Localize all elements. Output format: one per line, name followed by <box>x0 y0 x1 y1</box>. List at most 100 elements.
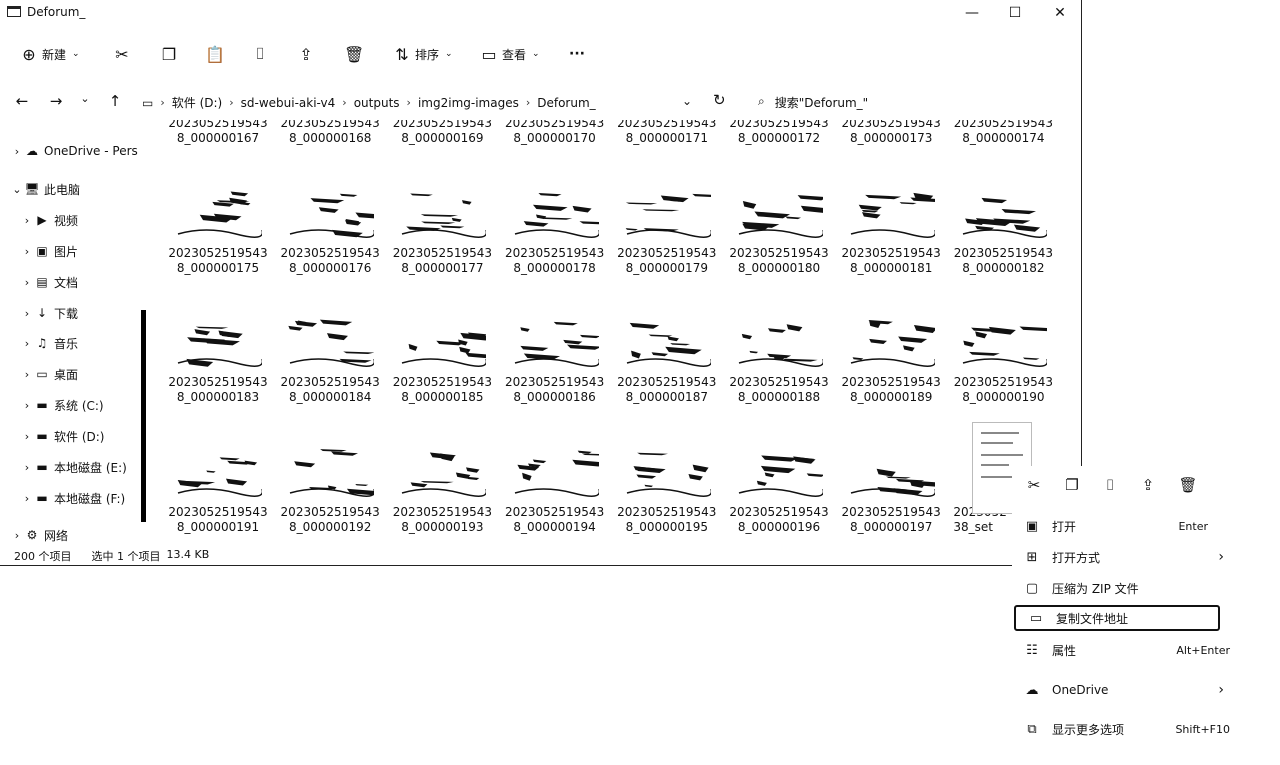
breadcrumb-item[interactable]: img2img-images <box>418 96 519 110</box>
menu-item-copy-path[interactable]: ▭ 复制文件地址 <box>1014 605 1220 631</box>
share-button[interactable]: ⇪ <box>297 38 315 70</box>
sidebar-item-downloads[interactable]: › ↓ 下载 <box>20 302 78 324</box>
menu-item-properties[interactable]: ☷ 属性 Alt+Enter <box>1012 637 1240 663</box>
paste-button[interactable]: 📋 <box>205 38 225 70</box>
file-tile[interactable]: 2023052519543 8_000000180 <box>729 190 829 300</box>
sidebar-item-music[interactable]: › ♫ 音乐 <box>20 332 78 354</box>
file-tile[interactable]: 2023052519543 8_000000183 <box>168 319 268 429</box>
file-tile[interactable]: 2023052519543 8_000000194 <box>505 449 605 546</box>
rename-button[interactable]: ⌷ <box>251 38 269 70</box>
delete-button[interactable]: 🗑 <box>344 38 364 70</box>
file-name: 2023052519543 8_000000176 <box>280 246 380 275</box>
share-icon[interactable]: ⇪ <box>1138 476 1158 494</box>
file-tile[interactable]: 2023052519543 8_000000168 <box>280 120 380 170</box>
back-arrow-icon[interactable]: ← <box>12 92 32 110</box>
file-tile[interactable]: 2023052519543 8_000000197 <box>841 449 941 546</box>
new-button[interactable]: ⊕ 新建 ⌄ <box>20 38 79 70</box>
file-tile[interactable]: 2023052519543 8_000000167 <box>168 120 268 170</box>
sidebar-item-videos[interactable]: › ▶ 视频 <box>20 209 78 231</box>
item-count: 200 个项目 <box>14 550 72 563</box>
sidebar-scrollbar[interactable] <box>141 310 146 522</box>
minimize-button[interactable]: — <box>962 4 982 22</box>
close-button[interactable]: ✕ <box>1050 4 1070 22</box>
sidebar-item-pictures[interactable]: › ▣ 图片 <box>20 240 78 262</box>
image-thumbnail <box>625 449 711 499</box>
file-tile[interactable]: 2023052519543 8_000000175 <box>168 190 268 300</box>
file-name: 2023052519543 8_000000193 <box>392 505 493 534</box>
scissors-icon[interactable]: ✂ <box>1024 476 1044 494</box>
image-thumbnail <box>400 190 487 240</box>
file-tile[interactable]: 2023052519543 8_000000170 <box>505 120 605 170</box>
file-tile[interactable]: 2023052519543 8_000000174 <box>953 120 1053 170</box>
sidebar-item-network[interactable]: › ⚙ 网络 <box>10 524 68 546</box>
file-tile[interactable]: 2023052519543 8_000000178 <box>505 190 605 300</box>
file-tile[interactable]: 2023052519543 8_000000196 <box>729 449 829 546</box>
address-dropdown-icon[interactable]: ⌄ <box>682 94 692 108</box>
breadcrumb-item[interactable]: outputs <box>354 96 400 110</box>
file-tile[interactable]: 2023052519543 8_000000190 <box>953 319 1053 429</box>
breadcrumb[interactable]: ▭ › 软件 (D:) › sd-webui-aki-v4 › outputs … <box>142 94 596 111</box>
sidebar-item-onedrive[interactable]: › ☁ OneDrive - Pers <box>10 140 138 162</box>
breadcrumb-item[interactable]: sd-webui-aki-v4 <box>241 96 336 110</box>
file-tile[interactable]: 2023052519543 8_000000191 <box>168 449 268 546</box>
breadcrumb-item[interactable]: Deforum_ <box>537 96 595 110</box>
file-name: 2023052519543 8_000000181 <box>841 246 941 275</box>
desktop-icon: ▭ <box>36 367 48 381</box>
file-name: 2023052519543 8_000000167 <box>168 120 268 145</box>
menu-item-onedrive[interactable]: ☁ OneDrive › <box>1012 677 1240 703</box>
menu-item-show-more-options[interactable]: ⧉ 显示更多选项 Shift+F10 <box>1012 716 1240 742</box>
file-tile[interactable]: 2023052519543 8_000000182 <box>953 190 1053 300</box>
sort-button[interactable]: ⇅ 排序 ⌄ <box>393 38 452 70</box>
menu-item-compress-zip[interactable]: ▢ 压缩为 ZIP 文件 <box>1012 575 1240 601</box>
music-icon: ♫ <box>36 336 48 350</box>
file-tile[interactable]: 2023052519543 8_000000172 <box>729 120 829 170</box>
search-box[interactable]: ⌕ 搜索"Deforum_" <box>758 94 868 111</box>
sidebar-item-drive-d[interactable]: › ▬ 软件 (D:) <box>20 425 105 447</box>
menu-item-label: 打开 <box>1052 519 1077 534</box>
forward-arrow-icon[interactable]: → <box>46 92 66 110</box>
trash-icon[interactable]: 🗑 <box>1178 476 1198 494</box>
file-tile[interactable]: 2023052519543 8_000000173 <box>841 120 941 170</box>
recent-chevron-icon[interactable]: ⌄ <box>75 92 95 105</box>
file-tile[interactable]: 2023052519543 8_000000189 <box>841 319 941 429</box>
file-name: 2023052519543 8_000000168 <box>280 120 380 145</box>
file-tile[interactable]: 2023052519543 8_000000192 <box>280 449 380 546</box>
file-name: 2023052519543 8_000000192 <box>280 505 380 534</box>
file-tile[interactable]: 2023052519543 8_000000169 <box>392 120 492 170</box>
file-tile[interactable]: 2023052519543 8_000000176 <box>280 190 380 300</box>
sidebar-item-this-pc[interactable]: ⌄ 🖥 此电脑 <box>10 178 80 200</box>
file-tile[interactable]: 2023052519543 8_000000195 <box>617 449 717 546</box>
file-tile[interactable]: 2023052519543 8_000000181 <box>841 190 941 300</box>
file-name: 2023052519543 8_000000180 <box>729 246 829 275</box>
file-tile[interactable]: 2023052519543 8_000000186 <box>505 319 605 429</box>
copy-button[interactable]: ❐ <box>160 38 178 70</box>
copy-icon[interactable]: ❐ <box>1062 476 1082 494</box>
sidebar-item-desktop[interactable]: › ▭ 桌面 <box>20 363 78 385</box>
up-arrow-icon[interactable]: ↑ <box>105 92 125 110</box>
cut-button[interactable]: ✂ <box>113 38 131 70</box>
file-tile[interactable]: 2023052519543 8_000000177 <box>392 190 492 300</box>
image-thumbnail <box>513 449 599 499</box>
file-tile[interactable]: 2023052519543 8_000000188 <box>729 319 829 429</box>
file-tile[interactable]: 2023052519543 8_000000185 <box>392 319 492 429</box>
file-tile[interactable]: 2023052519543 8_000000193 <box>392 449 492 546</box>
refresh-icon[interactable]: ↻ <box>713 91 726 109</box>
breadcrumb-item[interactable]: 软件 (D:) <box>172 94 222 111</box>
maximize-button[interactable]: ☐ <box>1005 4 1025 22</box>
view-button[interactable]: ▭ 查看 ⌄ <box>480 38 539 70</box>
chevron-right-icon: › <box>14 528 20 542</box>
file-tile[interactable]: 2023052519543 8_000000179 <box>617 190 717 300</box>
image-thumbnail <box>737 190 823 240</box>
clipboard-icon: 📋 <box>205 44 225 64</box>
file-tile[interactable]: 2023052519543 8_000000187 <box>617 319 717 429</box>
menu-item-open[interactable]: ▣ 打开 Enter <box>1012 513 1240 539</box>
sidebar-item-drive-e[interactable]: › ▬ 本地磁盘 (E:) <box>20 456 127 478</box>
menu-item-open-with[interactable]: ⊞ 打开方式 › <box>1012 544 1240 570</box>
sidebar-item-drive-c[interactable]: › ▬ 系统 (C:) <box>20 394 104 416</box>
rename-icon[interactable]: ⌷ <box>1100 476 1120 494</box>
more-button[interactable]: ··· <box>569 38 585 70</box>
file-tile[interactable]: 2023052519543 8_000000171 <box>617 120 717 170</box>
file-tile[interactable]: 2023052519543 8_000000184 <box>280 319 380 429</box>
sidebar-item-drive-f[interactable]: › ▬ 本地磁盘 (F:) <box>20 487 125 509</box>
sidebar-item-documents[interactable]: › ▤ 文档 <box>20 271 78 293</box>
